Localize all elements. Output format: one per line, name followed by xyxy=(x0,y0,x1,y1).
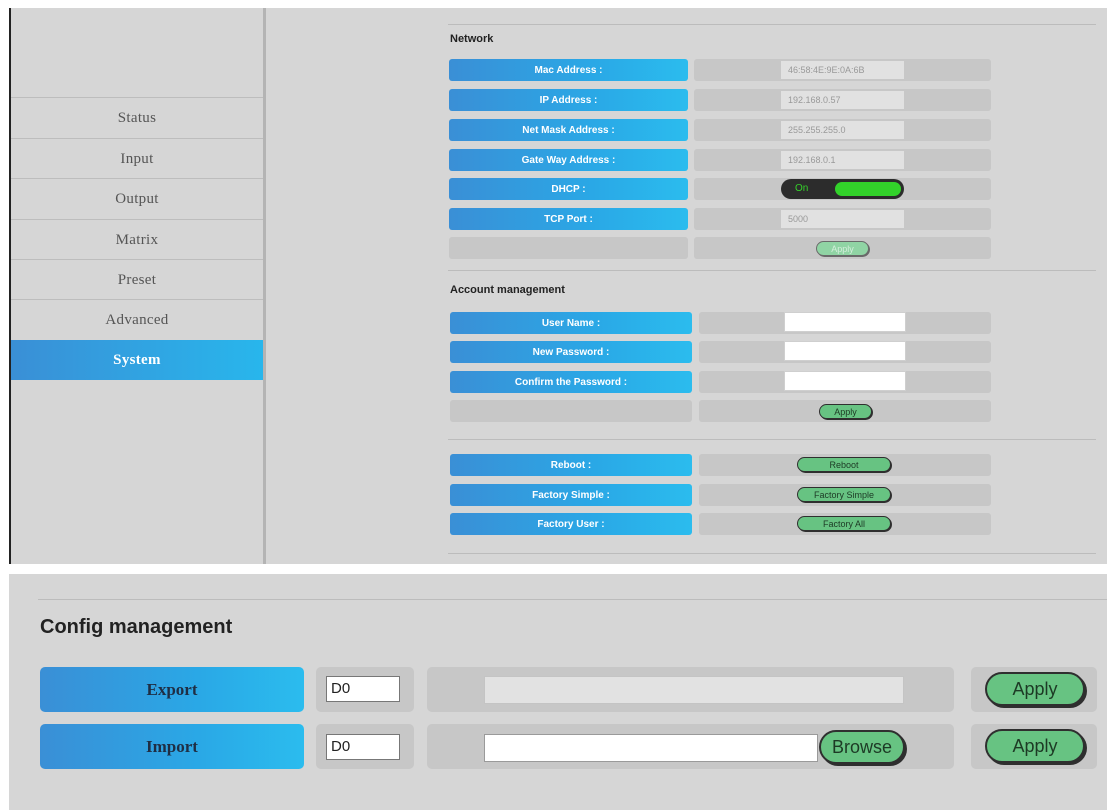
section-divider xyxy=(448,24,1096,25)
user-name-label: User Name : xyxy=(450,312,692,334)
dhcp-label: DHCP : xyxy=(449,178,688,200)
dhcp-toggle-state: On xyxy=(795,183,809,194)
sidebar-item-preset[interactable]: Preset xyxy=(11,259,263,300)
sidebar-item-input[interactable]: Input xyxy=(11,138,263,179)
reboot-button[interactable]: Reboot xyxy=(797,457,891,472)
import-select[interactable]: D0 xyxy=(326,734,400,760)
account-section-title: Account management xyxy=(450,284,565,296)
factory-user-label: Factory User : xyxy=(450,513,692,535)
sidebar-item-matrix[interactable]: Matrix xyxy=(11,219,263,260)
ip-address-field[interactable]: 192.168.0.57 xyxy=(781,91,904,109)
new-password-label: New Password : xyxy=(450,341,692,363)
confirm-password-label: Confirm the Password : xyxy=(450,371,692,393)
ip-address-label: IP Address : xyxy=(449,89,688,111)
factory-simple-label: Factory Simple : xyxy=(450,484,692,506)
section-divider xyxy=(448,270,1096,271)
export-apply-button[interactable]: Apply xyxy=(985,672,1085,706)
browse-button[interactable]: Browse xyxy=(819,730,905,764)
network-apply-spacer xyxy=(449,237,688,259)
sidebar: Status Input Output Matrix Preset Advanc… xyxy=(11,8,263,564)
import-label: Import xyxy=(40,724,304,769)
network-apply-button[interactable]: Apply xyxy=(816,241,869,256)
sidebar-item-status[interactable]: Status xyxy=(11,97,263,138)
account-apply-button[interactable]: Apply xyxy=(819,404,872,419)
import-file-path-input[interactable] xyxy=(484,734,818,762)
net-mask-label: Net Mask Address : xyxy=(449,119,688,141)
gateway-field[interactable]: 192.168.0.1 xyxy=(781,151,904,169)
dhcp-toggle[interactable]: On xyxy=(781,179,904,199)
factory-simple-button[interactable]: Factory Simple xyxy=(797,487,891,502)
import-apply-button[interactable]: Apply xyxy=(985,729,1085,763)
network-section-title: Network xyxy=(450,33,494,45)
sidebar-item-output[interactable]: Output xyxy=(11,178,263,219)
tcp-port-label: TCP Port : xyxy=(449,208,688,230)
config-management-panel: Config management Export D0 Apply Import… xyxy=(9,574,1107,810)
mac-address-label: Mac Address : xyxy=(449,59,688,81)
new-password-input[interactable] xyxy=(784,341,906,361)
gateway-label: Gate Way Address : xyxy=(449,149,688,171)
net-mask-field[interactable]: 255.255.255.0 xyxy=(781,121,904,139)
system-settings-panel: Status Input Output Matrix Preset Advanc… xyxy=(9,8,1107,564)
account-apply-spacer xyxy=(450,400,692,422)
tcp-port-field[interactable]: 5000 xyxy=(781,210,904,228)
export-select[interactable]: D0 xyxy=(326,676,400,702)
confirm-password-input[interactable] xyxy=(784,371,906,391)
section-divider xyxy=(448,553,1096,554)
dhcp-toggle-knob xyxy=(835,182,901,196)
sidebar-item-advanced[interactable]: Advanced xyxy=(11,299,263,340)
user-name-input[interactable] xyxy=(784,312,906,332)
section-divider xyxy=(448,439,1096,440)
export-path-field xyxy=(484,676,904,704)
export-label: Export xyxy=(40,667,304,712)
sidebar-item-system[interactable]: System xyxy=(11,340,263,380)
mac-address-value: 46:58:4E:9E:0A:6B xyxy=(781,61,904,79)
reboot-label: Reboot : xyxy=(450,454,692,476)
factory-all-button[interactable]: Factory All xyxy=(797,516,891,531)
sidebar-divider xyxy=(263,8,266,564)
config-section-title: Config management xyxy=(40,616,233,638)
section-divider xyxy=(38,599,1107,600)
